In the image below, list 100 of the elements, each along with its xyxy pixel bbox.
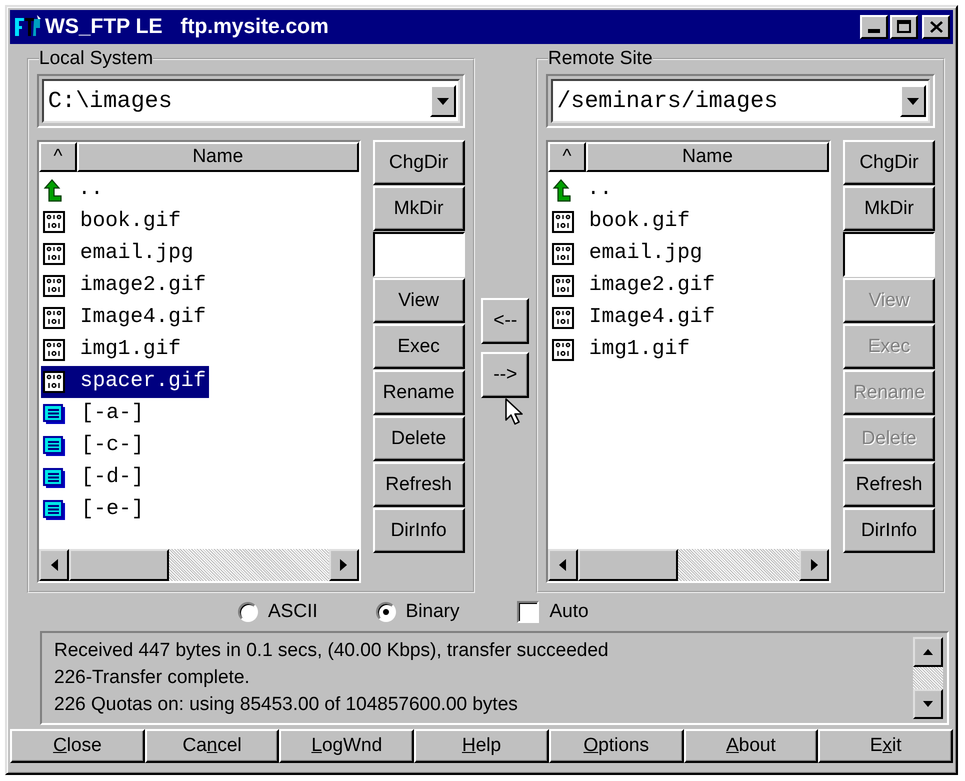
action-button[interactable]: ChgDir: [843, 140, 935, 185]
host-name: ftp.mysite.com: [180, 15, 329, 39]
scroll-up-button[interactable]: [913, 637, 943, 667]
down-arrow-icon: [923, 701, 933, 707]
file-row[interactable]: book.gif: [550, 206, 693, 238]
toolbar-button[interactable]: About: [684, 729, 818, 763]
path-dropdown[interactable]: C:\images: [42, 79, 460, 123]
file-icon: [43, 211, 65, 233]
scroll-left-button[interactable]: [39, 549, 69, 581]
column-header[interactable]: Name: [586, 142, 829, 172]
action-button[interactable]: Delete: [372, 416, 465, 461]
toolbar-button[interactable]: Cancel: [144, 729, 280, 763]
close-icon: [930, 21, 942, 33]
toolbar-button[interactable]: LogWnd: [279, 729, 414, 763]
right-arrow-icon: [340, 559, 348, 571]
file-icon: [552, 339, 574, 361]
window-title: WS_FTP LE: [45, 15, 162, 39]
right-arrow-icon: [810, 559, 818, 571]
action-button[interactable]: Refresh: [372, 462, 465, 507]
toolbar-button[interactable]: Close: [10, 729, 145, 763]
checkbox[interactable]: [517, 601, 540, 623]
file-row[interactable]: ..: [41, 174, 106, 206]
app-logo-icon: [13, 15, 43, 39]
minimize-icon: [868, 29, 880, 33]
sort-button[interactable]: ^: [548, 142, 586, 172]
panel-label: Local System: [39, 48, 154, 70]
option-label: Auto: [549, 601, 589, 623]
file-row[interactable]: ..: [550, 174, 616, 206]
log-line: 226 Quotas on: using 85453.00 of 104857600.00 bytes: [54, 694, 519, 716]
file-icon: [43, 243, 65, 265]
close-button[interactable]: [922, 15, 950, 39]
action-button[interactable]: Rename: [372, 370, 465, 415]
scroll-thumb[interactable]: [578, 549, 678, 581]
action-button[interactable]: DirInfo: [372, 508, 465, 553]
file-row[interactable]: email.jpg: [41, 238, 196, 270]
drive-icon: [43, 468, 66, 488]
mouse-pointer-icon: [504, 398, 524, 426]
horizontal-scrollbar[interactable]: [548, 549, 829, 581]
file-row[interactable]: Image4.gif: [41, 302, 210, 334]
dropdown-button[interactable]: [430, 85, 456, 117]
action-button[interactable]: ChgDir: [372, 140, 465, 185]
file-row[interactable]: image2.gif: [41, 270, 210, 302]
file-icon: [43, 307, 65, 329]
up-arrow-icon: [923, 649, 933, 655]
action-button[interactable]: DirInfo: [843, 508, 935, 553]
transfer-button[interactable]: <--: [481, 298, 530, 344]
toolbar-button[interactable]: Help: [414, 729, 549, 763]
file-icon: [43, 371, 65, 393]
file-row[interactable]: [-d-]: [41, 462, 148, 494]
file-row[interactable]: [-a-]: [41, 398, 148, 430]
file-row[interactable]: spacer.gif: [41, 366, 210, 398]
path-dropdown[interactable]: /seminars/images: [550, 79, 930, 123]
minimize-button[interactable]: [860, 15, 888, 39]
file-icon: [552, 275, 574, 297]
filter-field[interactable]: [843, 232, 935, 277]
caret-icon: [907, 98, 919, 104]
file-row[interactable]: [-e-]: [41, 494, 148, 526]
action-button[interactable]: View: [372, 278, 465, 323]
action-button[interactable]: Exec: [372, 324, 465, 369]
scroll-thumb[interactable]: [69, 549, 169, 581]
drive-icon: [43, 404, 66, 424]
sort-button[interactable]: ^: [39, 142, 77, 172]
action-button[interactable]: MkDir: [372, 186, 465, 231]
horizontal-scrollbar[interactable]: [39, 549, 359, 581]
caret-icon: [436, 98, 449, 104]
drive-icon: [43, 436, 66, 456]
maximize-icon: [897, 20, 911, 33]
action-button[interactable]: MkDir: [843, 186, 935, 231]
scroll-right-button[interactable]: [328, 549, 359, 581]
file-row[interactable]: Image4.gif: [550, 302, 718, 334]
transfer-button[interactable]: -->: [481, 352, 530, 398]
option-label: ASCII: [268, 601, 318, 623]
action-button[interactable]: Refresh: [843, 462, 935, 507]
file-icon: [43, 275, 65, 297]
file-icon: [552, 211, 574, 233]
radio-button[interactable]: [376, 602, 396, 622]
file-icon: [552, 307, 574, 329]
dropdown-button[interactable]: [900, 85, 926, 117]
option-label: Binary: [406, 601, 460, 623]
column-header[interactable]: Name: [77, 142, 359, 172]
file-row[interactable]: image2.gif: [550, 270, 718, 302]
vertical-scrollbar[interactable]: [913, 637, 943, 719]
panel-label: Remote Site: [548, 48, 653, 70]
file-row[interactable]: img1.gif: [550, 334, 693, 366]
scroll-left-button[interactable]: [548, 549, 578, 581]
toolbar-button[interactable]: Exit: [818, 729, 954, 763]
log-line: Received 447 bytes in 0.1 secs, (40.00 Kbps), transfer succeeded: [54, 640, 610, 662]
left-arrow-icon: [559, 559, 566, 571]
scroll-right-button[interactable]: [799, 549, 829, 581]
filter-field[interactable]: [372, 232, 465, 277]
maximize-button[interactable]: [890, 15, 918, 39]
up-arrow-icon: [43, 178, 63, 202]
file-row[interactable]: email.jpg: [550, 238, 706, 270]
file-row[interactable]: [-c-]: [41, 430, 148, 462]
radio-button[interactable]: [238, 602, 258, 622]
file-icon: [552, 243, 574, 265]
file-row[interactable]: img1.gif: [41, 334, 184, 366]
toolbar-button[interactable]: Options: [548, 729, 684, 763]
scroll-down-button[interactable]: [913, 689, 943, 719]
file-row[interactable]: book.gif: [41, 206, 184, 238]
